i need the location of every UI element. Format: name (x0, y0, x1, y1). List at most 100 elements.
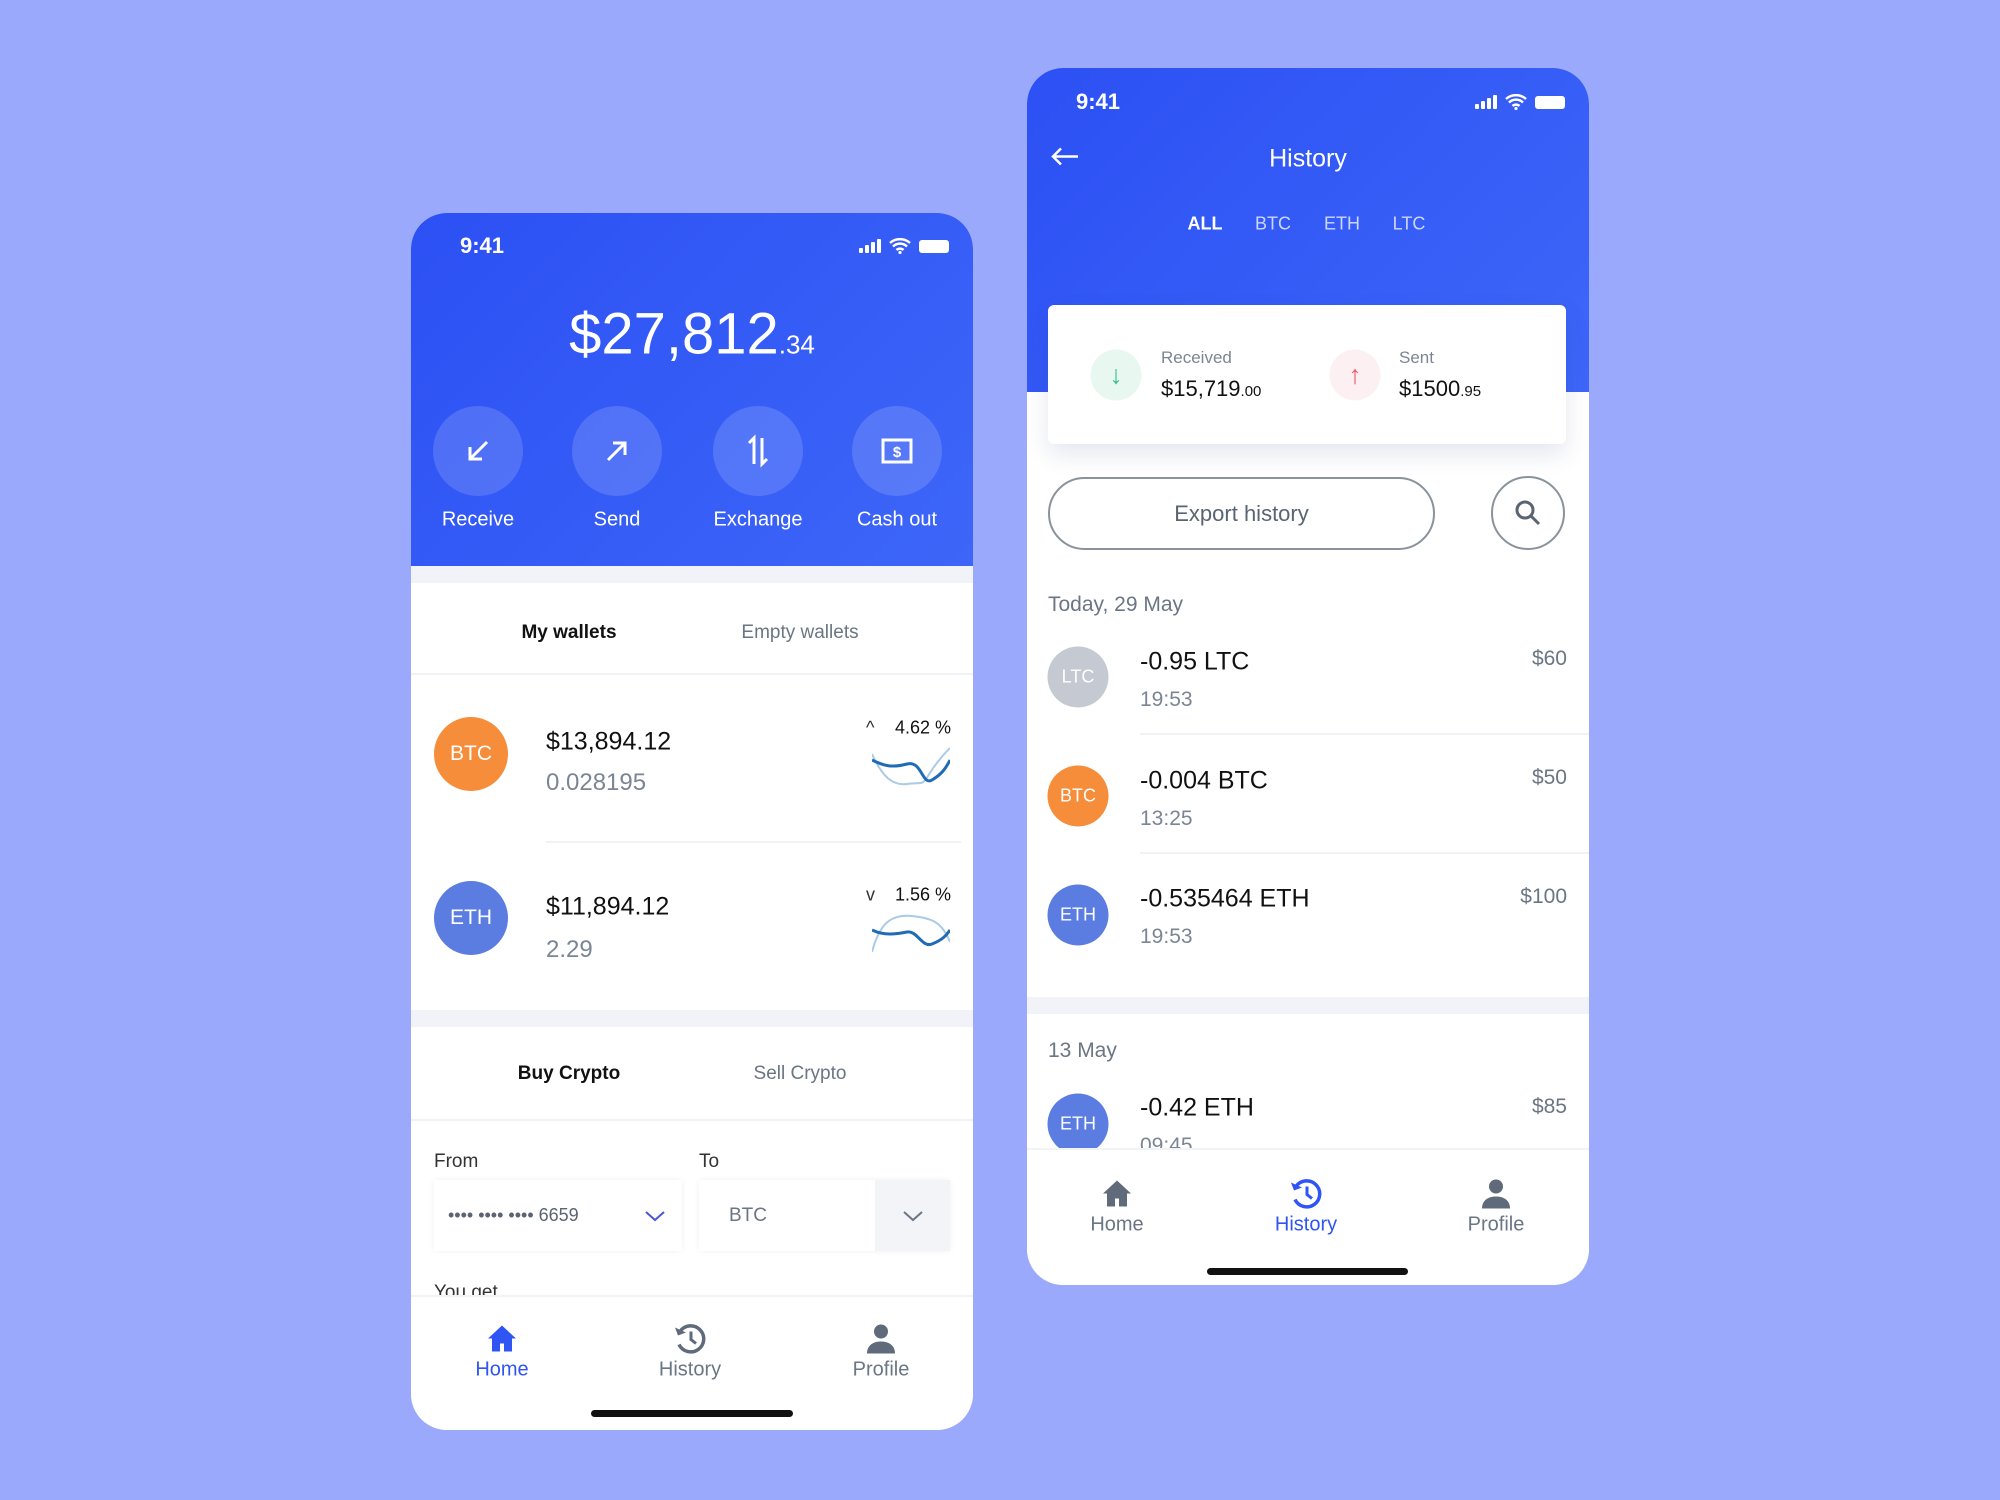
exchange-button[interactable] (713, 406, 803, 496)
total-balance: $27,812.34 (569, 301, 815, 367)
wallet-usd: $13,894.12 (546, 727, 672, 756)
chevron-down-icon: v (866, 884, 875, 905)
back-button[interactable] (1050, 147, 1080, 172)
transaction-time: 13:25 (1140, 807, 1193, 830)
transaction-amount: -0.42 ETH (1140, 1093, 1254, 1122)
profile-icon (867, 1324, 895, 1354)
wallet-change: 4.62 % (894, 717, 951, 738)
history-screen: 9:41 History ALL BTC ETH LTC ↓ Received … (1027, 68, 1589, 1285)
nav-home[interactable] (486, 1324, 518, 1359)
divider (1140, 852, 1589, 854)
exchange-label: Exchange (713, 508, 803, 531)
nav-home-label[interactable]: Home (1090, 1214, 1143, 1237)
export-history-button[interactable]: Export history (1048, 477, 1435, 550)
ltc-coin-icon: LTC (1047, 646, 1109, 708)
divider (1140, 733, 1589, 735)
transaction-amount: -0.95 LTC (1140, 647, 1250, 676)
eth-coin-icon: ETH (1047, 1093, 1109, 1155)
to-label: To (699, 1151, 720, 1172)
wallet-usd: $11,894.12 (546, 892, 670, 921)
tab-sell-crypto[interactable]: Sell Crypto (754, 1063, 847, 1085)
arrow-down-left-icon (468, 440, 489, 461)
received-label: Received (1161, 348, 1232, 367)
nav-profile[interactable] (1480, 1178, 1512, 1215)
home-indicator (591, 1410, 793, 1417)
filter-all[interactable]: ALL (1188, 214, 1223, 235)
page-title: History (1269, 144, 1347, 173)
arrow-left-icon (1051, 147, 1078, 166)
signal-icon (859, 239, 881, 253)
section-separator (411, 566, 973, 583)
btc-coin-icon: BTC (434, 717, 508, 791)
transaction-amount: -0.004 BTC (1140, 766, 1268, 795)
bottom-nav: Home History Profile (1027, 1148, 1589, 1285)
status-icons (1475, 94, 1565, 110)
section-separator (411, 1010, 973, 1027)
cash-out-button[interactable]: $ (852, 406, 942, 496)
signal-icon (1475, 95, 1497, 109)
to-dropdown-button[interactable] (875, 1180, 950, 1251)
send-label: Send (593, 508, 641, 531)
wallet-change: 1.56 % (894, 884, 951, 905)
tab-my-wallets[interactable]: My wallets (521, 622, 616, 644)
search-button[interactable] (1491, 476, 1565, 550)
arrow-up-right-icon (606, 441, 627, 462)
divider (411, 673, 973, 675)
exchange-icon (747, 434, 769, 468)
wifi-icon (1505, 94, 1527, 110)
status-icons (859, 238, 949, 254)
wallet-amount: 0.028195 (546, 769, 647, 796)
divider (546, 841, 961, 843)
home-indicator (1207, 1268, 1408, 1275)
status-time: 9:41 (460, 233, 505, 258)
profile-icon (1482, 1179, 1510, 1209)
nav-home-label[interactable]: Home (475, 1359, 528, 1382)
home-icon (488, 1325, 516, 1352)
arrow-down-icon: ↓ (1090, 349, 1142, 401)
history-icon (1291, 1179, 1322, 1209)
home-screen: 9:41 $27,812.34 $ Receive Send Exchange … (411, 213, 973, 1430)
nav-profile-label[interactable]: Profile (1468, 1214, 1525, 1237)
nav-history-label[interactable]: History (659, 1359, 721, 1382)
sparkline-chart (872, 747, 950, 786)
nav-history[interactable] (673, 1323, 707, 1360)
date-header: 13 May (1048, 1039, 1117, 1062)
transaction-value: $100 (1520, 885, 1567, 908)
from-value: •••• •••• •••• 6659 (448, 1205, 579, 1225)
transaction-time: 19:53 (1140, 925, 1193, 948)
filter-btc[interactable]: BTC (1255, 214, 1291, 235)
eth-coin-icon: ETH (434, 881, 508, 955)
cash-icon: $ (881, 438, 913, 464)
transaction-amount: -0.535464 ETH (1140, 884, 1310, 913)
receive-button[interactable] (433, 406, 523, 496)
transaction-value: $50 (1531, 766, 1567, 789)
send-button[interactable] (572, 406, 662, 496)
nav-history-label[interactable]: History (1275, 1214, 1337, 1237)
divider (411, 1119, 973, 1121)
battery-icon (919, 239, 949, 253)
wifi-icon (889, 238, 911, 254)
filter-ltc[interactable]: LTC (1393, 214, 1426, 235)
transaction-time: 19:53 (1140, 688, 1193, 711)
nav-home[interactable] (1101, 1179, 1133, 1214)
to-select[interactable]: BTC (699, 1180, 950, 1251)
transaction-value: $85 (1531, 1095, 1567, 1118)
wallet-amount: 2.29 (546, 936, 593, 963)
tab-empty-wallets[interactable]: Empty wallets (741, 622, 858, 644)
date-header: Today, 29 May (1048, 593, 1184, 616)
filter-eth[interactable]: ETH (1324, 214, 1360, 235)
from-select[interactable]: •••• •••• •••• 6659 (434, 1180, 682, 1251)
received-value: $15,719.00 (1161, 376, 1262, 401)
nav-profile-label[interactable]: Profile (853, 1359, 910, 1382)
chevron-down-icon (645, 1210, 665, 1221)
svg-text:$: $ (893, 444, 902, 461)
nav-profile[interactable] (865, 1323, 897, 1360)
chevron-down-icon (902, 1210, 923, 1221)
tab-buy-crypto[interactable]: Buy Crypto (518, 1063, 620, 1085)
cash-out-label: Cash out (856, 508, 938, 531)
to-value: BTC (729, 1204, 767, 1226)
sparkline-chart (872, 914, 950, 953)
sent-label: Sent (1399, 348, 1434, 367)
nav-history[interactable] (1289, 1178, 1323, 1215)
battery-icon (1535, 95, 1565, 109)
